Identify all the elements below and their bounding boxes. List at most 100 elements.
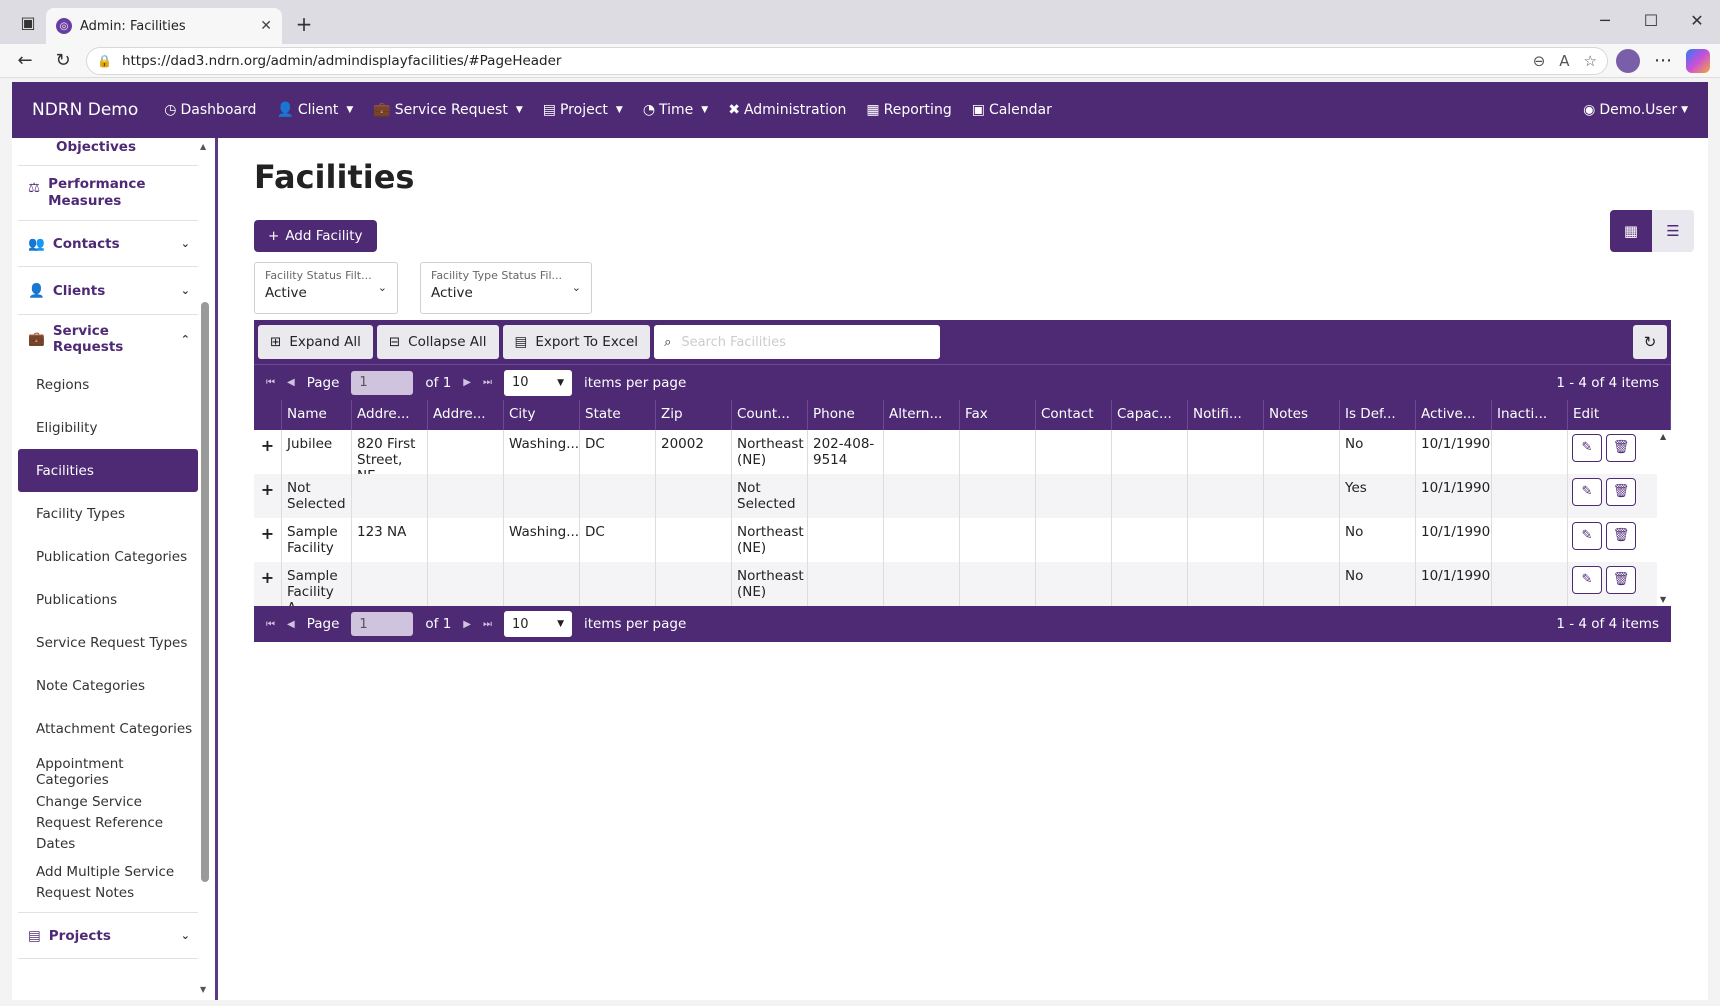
nav-reporting[interactable]: ▦ Reporting xyxy=(866,102,951,118)
expand-row-icon[interactable]: + xyxy=(254,518,282,562)
sidebar-item-facilities[interactable]: Facilities xyxy=(18,449,198,492)
delete-button[interactable]: 🗑 xyxy=(1606,434,1636,462)
browser-tab[interactable]: ◎ Admin: Facilities ✕ xyxy=(46,8,282,44)
add-facility-button[interactable]: + Add Facility xyxy=(254,220,377,252)
prev-page-icon[interactable]: ◀ xyxy=(287,619,295,630)
sidebar-item-appointment-categories[interactable]: Appointment Categories xyxy=(18,750,198,793)
delete-button[interactable]: 🗑 xyxy=(1606,566,1636,594)
search-input[interactable]: ⌕ Search Facilities xyxy=(654,325,941,359)
close-window-icon[interactable]: ✕ xyxy=(1674,0,1720,40)
prev-page-icon[interactable]: ◀ xyxy=(287,377,295,388)
col-header[interactable]: Altern... xyxy=(884,400,960,430)
expand-row-icon[interactable]: + xyxy=(254,430,282,474)
close-tab-icon[interactable]: ✕ xyxy=(260,18,272,34)
edit-button[interactable]: ✎ xyxy=(1572,478,1602,506)
sidebar-item-regions[interactable]: Regions xyxy=(18,363,198,406)
next-page-icon[interactable]: ▶ xyxy=(463,619,471,630)
minimize-icon[interactable]: ─ xyxy=(1582,0,1628,40)
sidebar-item-publication-categories[interactable]: Publication Categories xyxy=(18,535,198,578)
per-page-select[interactable]: 10 ▼ xyxy=(504,369,572,396)
brand-name[interactable]: NDRN Demo xyxy=(32,100,138,120)
scroll-up-icon[interactable]: ▲ xyxy=(1660,432,1666,441)
sidebar-item-performance-measures[interactable]: ⚖ Performance Measures xyxy=(18,166,198,221)
col-header[interactable]: Notes xyxy=(1264,400,1340,430)
col-header[interactable]: Inacti... xyxy=(1492,400,1568,430)
page-input[interactable]: 1 xyxy=(351,612,414,636)
sidebar-item-facility-types[interactable]: Facility Types xyxy=(18,492,198,535)
new-tab-icon[interactable]: + xyxy=(288,8,320,40)
col-header[interactable]: Name xyxy=(282,400,352,430)
col-header[interactable]: Is Def... xyxy=(1340,400,1416,430)
facility-type-status-filter[interactable]: Facility Type Status Fil... Active ⌄ xyxy=(420,262,592,314)
sidebar-item-objectives[interactable]: Objectives xyxy=(18,138,198,166)
sidebar-item-clients[interactable]: 👤 Clients ⌄ xyxy=(18,267,198,315)
reload-icon[interactable]: ↻ xyxy=(48,46,78,76)
delete-button[interactable]: 🗑 xyxy=(1606,522,1636,550)
sidebar-scrollbar[interactable]: ▲ ▼ xyxy=(199,142,211,994)
sidebar-item-projects[interactable]: ▤ Projects ⌄ xyxy=(18,913,198,959)
maximize-icon[interactable]: ☐ xyxy=(1628,0,1674,40)
first-page-icon[interactable]: ⏮ xyxy=(266,377,275,388)
sidebar-item-change-reference-dates[interactable]: Change Service Request Reference Dates xyxy=(18,793,198,853)
site-info-icon[interactable]: 🔒 xyxy=(97,54,112,68)
back-icon[interactable]: ← xyxy=(10,46,40,76)
page-input[interactable]: 1 xyxy=(351,370,414,395)
collapse-all-button[interactable]: ⊟ Collapse All xyxy=(376,325,499,359)
url-field[interactable]: 🔒 https://dad3.ndrn.org/admin/admindispl… xyxy=(86,46,1608,75)
grid-view-button[interactable]: ▦ xyxy=(1610,210,1652,252)
sidebar-item-attachment-categories[interactable]: Attachment Categories xyxy=(18,707,198,750)
col-header[interactable]: Phone xyxy=(808,400,884,430)
per-page-select[interactable]: 10 ▼ xyxy=(504,611,572,637)
expand-row-icon[interactable]: + xyxy=(254,562,282,606)
expand-all-button[interactable]: ⊞ Expand All xyxy=(258,325,373,359)
col-header[interactable]: Capac... xyxy=(1112,400,1188,430)
nav-project[interactable]: ▤ Project ▼ xyxy=(543,102,623,118)
col-header[interactable]: Addre... xyxy=(352,400,428,430)
nav-time[interactable]: ◔ Time ▼ xyxy=(643,102,708,118)
delete-button[interactable]: 🗑 xyxy=(1606,478,1636,506)
nav-calendar[interactable]: ▣ Calendar xyxy=(972,102,1052,118)
col-header[interactable]: City xyxy=(504,400,580,430)
sidebar-item-add-multiple-notes[interactable]: Add Multiple Service Request Notes xyxy=(18,853,198,913)
sidebar-item-note-categories[interactable]: Note Categories xyxy=(18,664,198,707)
col-header[interactable]: Active... xyxy=(1416,400,1492,430)
export-excel-button[interactable]: ▤ Export To Excel xyxy=(502,325,651,359)
zoom-icon[interactable]: ⊖ xyxy=(1533,52,1546,70)
last-page-icon[interactable]: ⏭ xyxy=(483,377,492,388)
last-page-icon[interactable]: ⏭ xyxy=(483,619,492,630)
refresh-button[interactable]: ↻ xyxy=(1633,325,1667,359)
sidebar-item-service-request-types[interactable]: Service Request Types xyxy=(18,621,198,664)
col-header[interactable]: Count... xyxy=(732,400,808,430)
sidebar-item-publications[interactable]: Publications xyxy=(18,578,198,621)
read-aloud-icon[interactable]: A xyxy=(1559,52,1569,70)
sidebar-item-service-requests[interactable]: 💼 Service Requests ⌃ xyxy=(18,315,198,363)
col-header[interactable]: Fax xyxy=(960,400,1036,430)
col-header[interactable]: State xyxy=(580,400,656,430)
grid-scrollbar[interactable]: ▲ ▼ xyxy=(1657,430,1671,606)
facility-status-filter[interactable]: Facility Status Filt... Active ⌄ xyxy=(254,262,398,314)
scroll-down-icon[interactable]: ▼ xyxy=(1660,595,1666,604)
edit-button[interactable]: ✎ xyxy=(1572,434,1602,462)
expand-row-icon[interactable]: + xyxy=(254,474,282,518)
sidebar-item-eligibility[interactable]: Eligibility xyxy=(18,406,198,449)
profile-avatar[interactable] xyxy=(1616,48,1640,73)
scrollbar-thumb[interactable] xyxy=(201,302,209,882)
sidebar-toggle-icon[interactable]: ▣ xyxy=(10,4,46,40)
favorite-star-icon[interactable]: ☆ xyxy=(1584,52,1597,70)
nav-dashboard[interactable]: ◷ Dashboard xyxy=(164,102,256,118)
col-header[interactable]: Contact xyxy=(1036,400,1112,430)
edit-button[interactable]: ✎ xyxy=(1572,522,1602,550)
sidebar-item-contacts[interactable]: 👥 Contacts ⌄ xyxy=(18,221,198,267)
scroll-up-icon[interactable]: ▲ xyxy=(200,142,206,151)
edit-button[interactable]: ✎ xyxy=(1572,566,1602,594)
nav-client[interactable]: 👤 Client ▼ xyxy=(276,102,353,118)
nav-administration[interactable]: ✖ Administration xyxy=(728,102,846,118)
list-view-button[interactable]: ☰ xyxy=(1652,210,1694,252)
user-menu[interactable]: ◉ Demo.User ▼ xyxy=(1583,102,1688,118)
first-page-icon[interactable]: ⏮ xyxy=(266,619,275,630)
copilot-icon[interactable] xyxy=(1686,48,1710,73)
col-header[interactable]: Notifi... xyxy=(1188,400,1264,430)
scroll-down-icon[interactable]: ▼ xyxy=(200,985,206,994)
col-header[interactable]: Zip xyxy=(656,400,732,430)
next-page-icon[interactable]: ▶ xyxy=(463,377,471,388)
